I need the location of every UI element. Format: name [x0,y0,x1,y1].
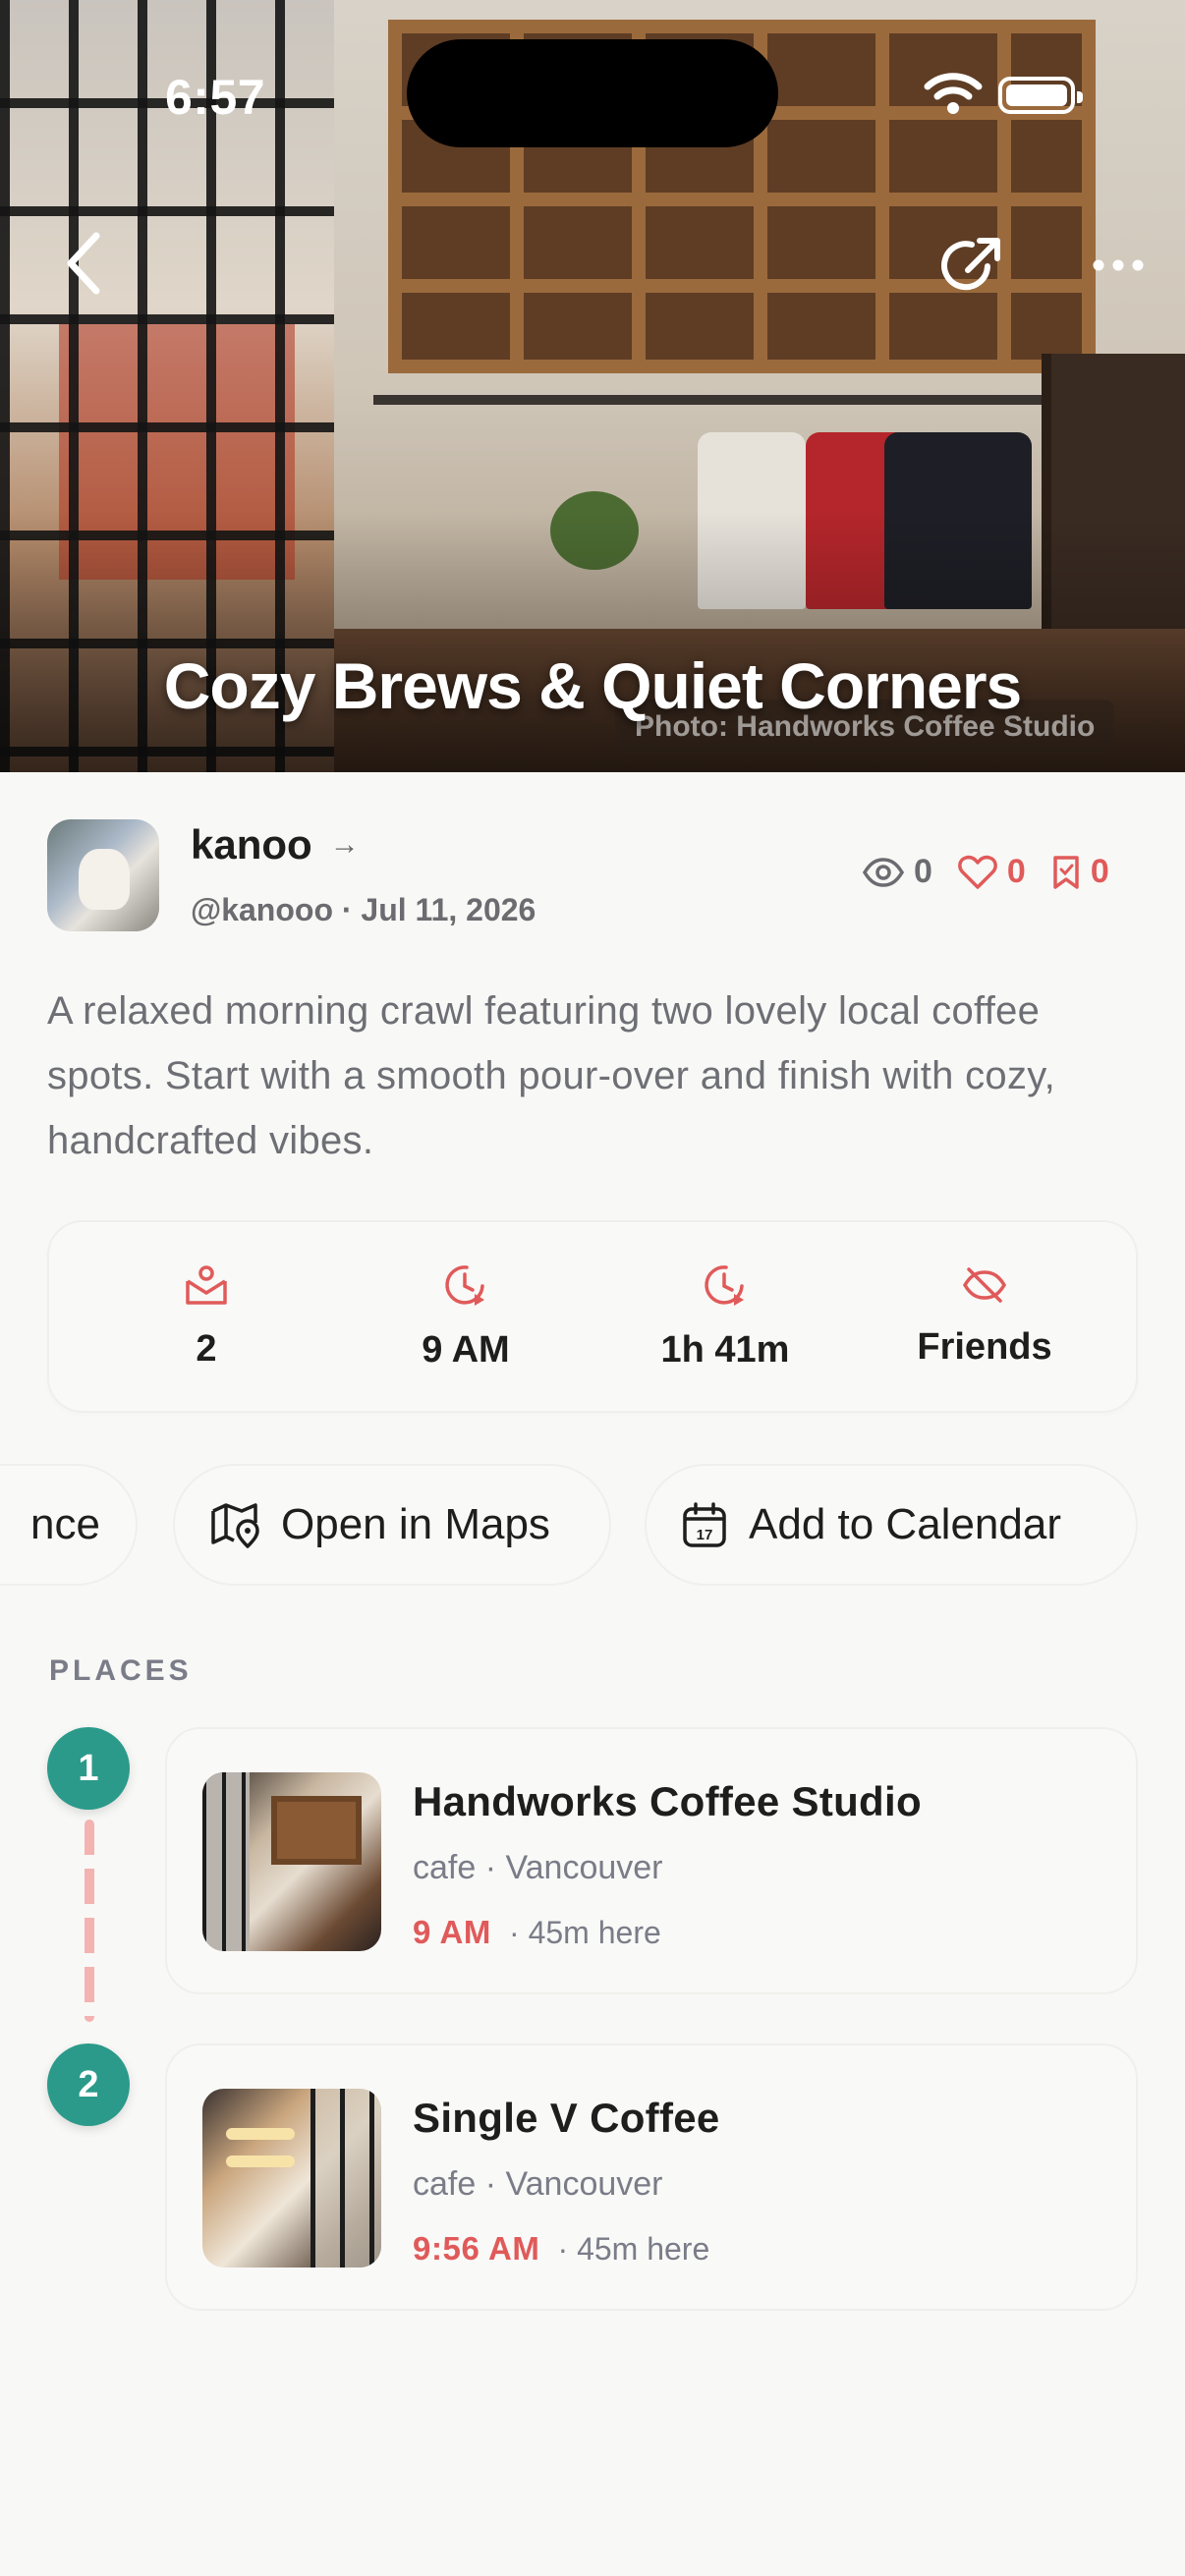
save-button[interactable]: 0 [1051,853,1109,891]
place-thumbnail [202,2089,381,2268]
place-card-single-v[interactable]: Single V Coffee cafe · Vancouver 9:56 AM… [165,2044,1138,2311]
route-connector [85,1820,94,2022]
clock-icon [445,1264,484,1306]
start-time-info: 9 AM [336,1222,595,1411]
previous-chip-label: nce [30,1500,100,1548]
crawl-title: Cozy Brews & Quiet Corners [163,649,1023,722]
avatar[interactable] [47,819,159,931]
place-category-city: cafe · Vancouver [413,2165,663,2203]
step-badge: 2 [47,2044,130,2126]
views-count: 0 [914,853,932,890]
place-card-handworks[interactable]: Handworks Coffee Studio cafe · Vancouver… [165,1727,1138,1994]
hero-photo: 6:57 Photo: Handworks Coffee Studio Cozy… [0,0,1185,772]
map-icon [211,1503,259,1548]
place-duration: · 45m here [509,1915,661,1950]
place-duration: · 45m here [557,2231,710,2267]
author-link[interactable]: kanoo → [191,821,360,868]
stops-info: 2 [77,1222,336,1411]
saves-count: 0 [1090,853,1109,890]
more-button[interactable] [1079,236,1157,295]
visibility: Friends [917,1325,1052,1368]
place-timing: 9:56 AM · 45m here [413,2230,709,2268]
wifi-icon [924,73,983,114]
place-thumbnail [202,1772,381,1951]
calendar-icon: 17 [683,1502,726,1547]
stats-row: 0 0 0 [863,853,1109,891]
battery-icon [998,77,1083,114]
place-timing: 9 AM · 45m here [413,1914,661,1951]
back-button[interactable] [51,224,114,303]
start-time: 9 AM [422,1328,510,1371]
previous-action-chip[interactable]: nce [0,1464,138,1586]
author-name: kanoo [191,821,312,868]
place-time: 9:56 AM [413,2230,540,2267]
crawl-description: A relaxed morning crawl featuring two lo… [47,989,1055,1162]
back-icon [67,232,100,295]
share-button[interactable] [933,226,1012,305]
screen: 6:57 Photo: Handworks Coffee Studio Cozy… [0,0,1185,2576]
author-handle-date: @kanooo · Jul 11, 2026 [191,892,536,927]
svg-text:17: 17 [697,1527,713,1543]
step-badge: 1 [47,1727,130,1810]
like-button[interactable]: 0 [958,853,1026,891]
add-to-calendar-label: Add to Calendar [749,1500,1061,1548]
status-time: 6:57 [165,70,266,125]
likes-count: 0 [1006,853,1026,890]
more-icon [1093,259,1144,271]
place-category-city: cafe · Vancouver [413,1849,663,1886]
visibility-info: Friends [855,1222,1114,1411]
duration-icon [705,1264,744,1306]
place-time: 9 AM [413,1914,492,1950]
place-name: Handworks Coffee Studio [413,1778,922,1824]
action-chips: nce Open in Maps 17 Add to Calendar [0,1464,1185,1586]
duration-info: 1h 41m [595,1222,855,1411]
bookmark-icon [1053,855,1079,889]
arrow-right-icon: → [329,828,360,861]
heart-icon [958,855,997,889]
stops-count: 2 [196,1327,217,1370]
eye-off-icon [962,1266,1007,1303]
eye-icon [863,857,904,887]
places-section-label: PLACES [49,1654,193,1687]
share-icon [941,238,1000,291]
views-stat: 0 [863,853,932,891]
open-in-maps-button[interactable]: Open in Maps [173,1464,611,1586]
duration: 1h 41m [660,1328,790,1371]
stops-icon [186,1264,227,1305]
add-to-calendar-button[interactable]: 17 Add to Calendar [645,1464,1138,1586]
crawl-info-card: 2 9 AM 1h 41m Friends [47,1220,1138,1413]
dynamic-island [407,39,778,147]
open-in-maps-label: Open in Maps [281,1500,550,1548]
place-name: Single V Coffee [413,2095,720,2141]
